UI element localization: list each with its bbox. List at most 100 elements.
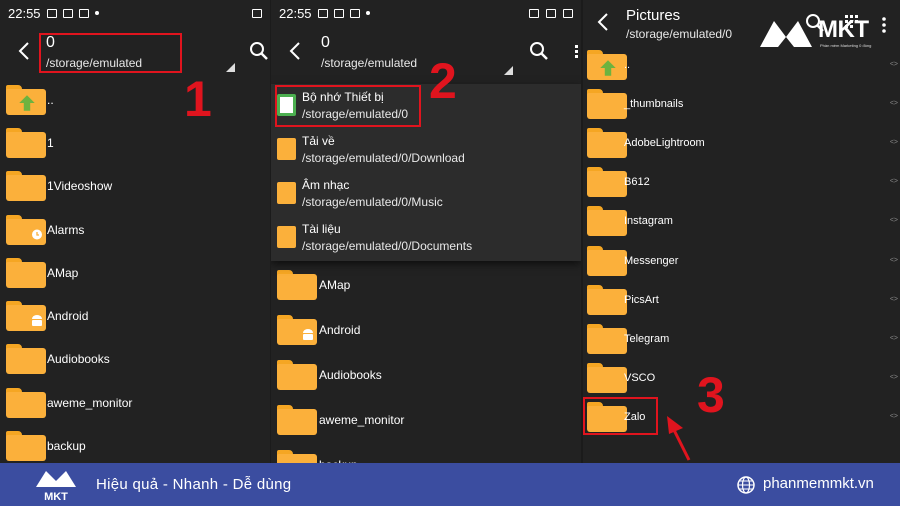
location-selector[interactable]: 0 /storage/emulated xyxy=(321,34,417,70)
item-handle-icon: <> xyxy=(889,60,898,68)
list-item-label: Alarms xyxy=(47,222,85,237)
search-icon[interactable] xyxy=(528,40,550,62)
list-item[interactable]: Instagram <> xyxy=(583,202,900,241)
list-item[interactable]: backup xyxy=(271,442,581,463)
more-notifications-icon xyxy=(365,11,370,15)
list-item[interactable]: Android xyxy=(271,307,581,352)
list-item[interactable]: Alarms xyxy=(0,208,270,251)
list-item[interactable]: Messenger <> xyxy=(583,241,900,280)
footer-banner: MKT Hiệu quả - Nhanh - Dễ dùng phanmemmk… xyxy=(0,463,900,506)
globe-icon xyxy=(737,476,755,494)
storage-menu-label: Tải về xyxy=(302,134,335,148)
item-handle-icon: <> xyxy=(889,99,898,107)
folder-icon xyxy=(587,88,627,119)
folder-icon xyxy=(277,314,317,345)
list-item-label: aweme_monitor xyxy=(319,412,405,427)
storage-menu-label: Âm nhạc xyxy=(302,178,350,192)
status-time: 22:55 xyxy=(279,5,312,21)
list-item-label: backup xyxy=(47,439,86,454)
folder-icon xyxy=(6,257,46,288)
list-item-label: Instagram xyxy=(624,215,673,228)
list-item[interactable]: Audiobooks xyxy=(0,338,270,381)
list-item[interactable]: 1Videoshow xyxy=(0,165,270,208)
list-item[interactable]: AMap xyxy=(0,251,270,294)
grid-dots-icon xyxy=(845,15,858,28)
alarm-clock-icon xyxy=(32,229,42,240)
list-item[interactable]: 1 xyxy=(0,121,270,164)
list-item-label: Android xyxy=(47,309,89,324)
back-arrow-icon[interactable] xyxy=(593,11,615,33)
back-arrow-icon[interactable] xyxy=(14,40,36,62)
file-browser-panel-3: Pictures /storage/emulated/0 .. <> _thumbn… xyxy=(583,0,900,463)
list-item[interactable]: aweme_monitor xyxy=(0,381,270,424)
wifi-status-icon xyxy=(563,8,573,18)
folder-icon xyxy=(6,431,46,462)
parent-folder-icon xyxy=(587,49,627,80)
grid-view-icon[interactable] xyxy=(573,44,581,60)
file-browser-panel-2: 22:55 0 /storage/emulated AMap Android Aud… xyxy=(271,0,581,463)
storage-menu-path: /storage/emulated/0/Music xyxy=(302,195,443,209)
folder-icon xyxy=(6,387,46,418)
gallery-notification-icon xyxy=(46,8,57,18)
overflow-menu-icon[interactable] xyxy=(880,16,888,34)
list-item[interactable]: backup xyxy=(0,424,270,463)
dropdown-triangle-icon[interactable] xyxy=(504,66,513,75)
folder-icon xyxy=(587,206,627,237)
up-arrow-icon xyxy=(19,94,35,111)
list-item-label: 1Videoshow xyxy=(47,179,113,194)
folder-icon xyxy=(587,284,627,315)
folder-icon xyxy=(587,323,627,354)
list-item-label: aweme_monitor xyxy=(47,395,133,410)
step-number: 3 xyxy=(697,367,725,423)
item-handle-icon: <> xyxy=(889,256,898,264)
storage-menu-item[interactable]: Âm nhạc/storage/emulated/0/Music xyxy=(271,172,581,216)
folder-title: 0 xyxy=(321,34,330,51)
folder-icon xyxy=(277,404,317,435)
folder-icon xyxy=(277,269,317,300)
item-handle-icon: <> xyxy=(889,374,898,382)
image-notification-icon xyxy=(333,8,344,18)
list-item-label: VSCO xyxy=(624,372,656,385)
storage-menu-item[interactable]: Tải về/storage/emulated/0/Download xyxy=(271,128,581,172)
storage-menu-label: Tài liệu xyxy=(302,222,341,236)
svg-text:MKT: MKT xyxy=(44,491,68,503)
list-item-label: _thumbnails xyxy=(624,97,684,110)
folder-icon xyxy=(277,359,317,390)
list-item-label: AMap xyxy=(47,265,79,280)
list-item-label: AMap xyxy=(319,277,351,292)
highlight-box-device-storage xyxy=(275,85,421,127)
folder-icon xyxy=(6,344,46,375)
highlight-box-zalo xyxy=(583,397,658,435)
status-time: 22:55 xyxy=(8,5,41,21)
folder-icon xyxy=(587,363,627,394)
android-robot-icon xyxy=(303,328,313,340)
back-arrow-icon[interactable] xyxy=(285,40,307,62)
list-item[interactable]: PicsArt <> xyxy=(583,280,900,319)
storage-menu-item[interactable]: Tài liệu/storage/emulated/0/Documents xyxy=(271,216,581,260)
mkt-footer-logo-icon: MKT xyxy=(36,471,76,503)
dropdown-triangle-icon[interactable] xyxy=(226,63,235,72)
list-item[interactable]: Android xyxy=(0,295,270,338)
location-selector[interactable]: Pictures /storage/emulated/0 xyxy=(626,7,732,41)
list-item[interactable]: AMap xyxy=(271,262,581,307)
list-item[interactable]: aweme_monitor xyxy=(271,397,581,442)
documents-folder-icon xyxy=(277,226,296,248)
list-item[interactable]: _thumbnails <> xyxy=(583,84,900,123)
folder-icon xyxy=(277,449,317,463)
website-link[interactable]: phanmemmkt.vn xyxy=(763,475,874,492)
search-icon[interactable] xyxy=(248,40,270,62)
brand-logo-subtext: Phần mềm Marketing 0 đồng xyxy=(820,43,872,48)
item-handle-icon: <> xyxy=(889,413,898,421)
footer-tagline: Hiệu quả - Nhanh - Dễ dùng xyxy=(96,476,292,493)
folder-icon xyxy=(587,245,627,276)
list-item-label: Android xyxy=(319,322,361,337)
list-item[interactable]: VSCO <> xyxy=(583,359,900,398)
item-handle-icon: <> xyxy=(889,138,898,146)
list-item[interactable]: Telegram <> xyxy=(583,319,900,358)
list-item[interactable]: B612 <> xyxy=(583,163,900,202)
list-item[interactable]: AdobeLightroom <> xyxy=(583,123,900,162)
list-item[interactable]: .. xyxy=(0,78,270,121)
list-item-label: PicsArt xyxy=(624,293,659,306)
list-item-label: AdobeLightroom xyxy=(624,136,705,149)
list-item[interactable]: Audiobooks xyxy=(271,352,581,397)
